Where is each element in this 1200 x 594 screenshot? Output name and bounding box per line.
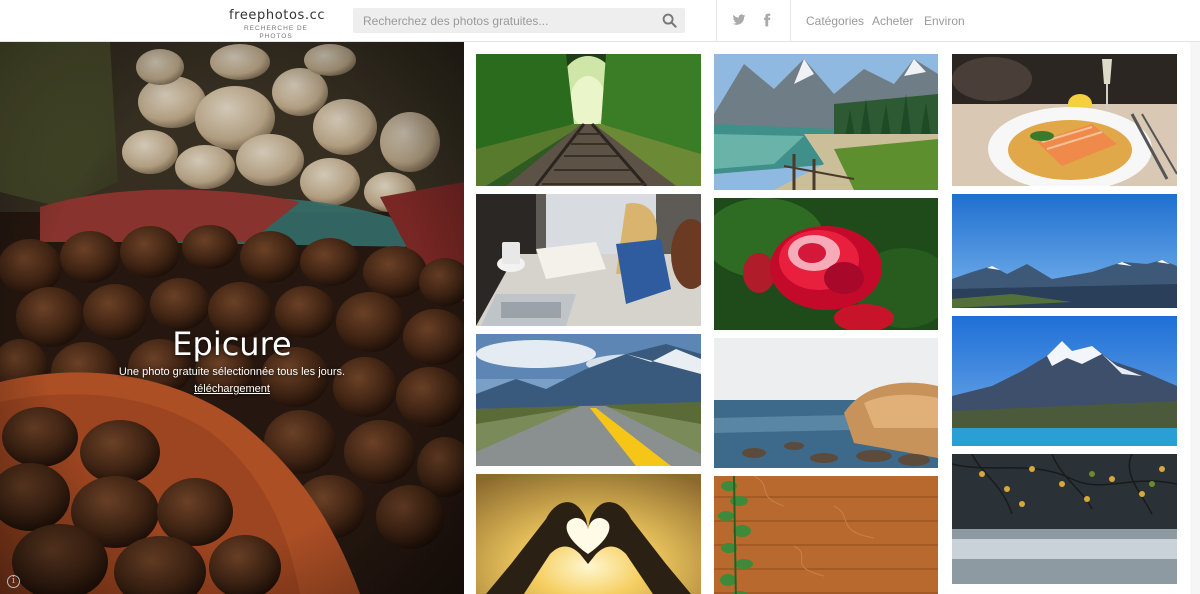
photo-grid bbox=[464, 42, 1200, 594]
photo-rocky-coast[interactable] bbox=[714, 338, 938, 468]
hero-title: Epicure bbox=[172, 325, 292, 363]
hero-subtitle: Une photo gratuite sélectionnée tous les… bbox=[118, 366, 346, 378]
hero-photo[interactable]: Epicure Une photo gratuite sélectionnée … bbox=[0, 42, 464, 594]
heart-hands-image bbox=[476, 474, 701, 594]
header-divider bbox=[716, 0, 717, 42]
nav-categories[interactable]: Catégories bbox=[806, 14, 864, 28]
logo[interactable]: freephotos.cc RECHERCHE DE PHOTOS bbox=[229, 8, 325, 41]
peak-image bbox=[952, 316, 1177, 446]
search-icon[interactable] bbox=[662, 13, 677, 28]
hero-download-link[interactable]: téléchargement bbox=[194, 383, 270, 395]
header-divider bbox=[790, 0, 791, 42]
rose-image bbox=[714, 198, 938, 330]
coast-image bbox=[714, 338, 938, 468]
snowy-range-image bbox=[952, 194, 1177, 308]
wood-image bbox=[714, 476, 938, 594]
branches-image bbox=[952, 454, 1177, 584]
photo-mountain-road[interactable] bbox=[476, 334, 701, 466]
photo-salmon-dish[interactable] bbox=[952, 54, 1177, 186]
lake-image bbox=[714, 54, 938, 190]
twitter-icon[interactable] bbox=[732, 13, 746, 27]
railway-image bbox=[476, 54, 701, 186]
hero-caption: Epicure Une photo gratuite sélectionnée … bbox=[0, 326, 464, 397]
photo-autumn-branches[interactable] bbox=[952, 454, 1177, 584]
scrollbar[interactable] bbox=[1190, 42, 1200, 594]
photo-mountain-lake[interactable] bbox=[714, 54, 938, 190]
facebook-icon[interactable] bbox=[760, 13, 774, 27]
photo-heart-hands[interactable] bbox=[476, 474, 701, 594]
logo-name[interactable]: freephotos.cc bbox=[229, 8, 325, 24]
photo-mountain-peak[interactable] bbox=[952, 316, 1177, 446]
photo-wood-planks[interactable] bbox=[714, 476, 938, 594]
search-input[interactable] bbox=[353, 8, 653, 33]
header: freephotos.cc RECHERCHE DE PHOTOS Catégo… bbox=[0, 0, 1200, 42]
info-icon[interactable]: i bbox=[7, 575, 20, 588]
photo-railway[interactable] bbox=[476, 54, 701, 186]
search-bar bbox=[353, 8, 685, 33]
office-image bbox=[476, 194, 701, 326]
nav-buy[interactable]: Acheter bbox=[872, 14, 913, 28]
road-image bbox=[476, 334, 701, 466]
photo-snowy-range[interactable] bbox=[952, 194, 1177, 308]
nav-about[interactable]: Environ bbox=[924, 14, 965, 28]
hero-image bbox=[0, 42, 464, 594]
photo-office-desk[interactable] bbox=[476, 194, 701, 326]
salmon-image bbox=[952, 54, 1177, 186]
logo-tagline: RECHERCHE DE PHOTOS bbox=[243, 25, 308, 40]
photo-red-rose[interactable] bbox=[714, 198, 938, 330]
